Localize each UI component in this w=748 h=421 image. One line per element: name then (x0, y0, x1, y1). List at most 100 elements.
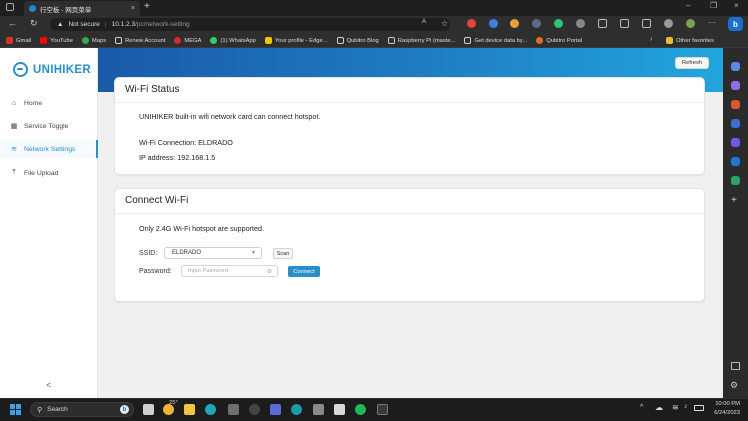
sidebar-shopping-icon[interactable] (731, 81, 740, 90)
nav-item-file-upload[interactable]: ⤒ File Upload (0, 164, 98, 182)
maps-pin-icon (81, 37, 89, 44)
taskbar-search[interactable]: ⚲ Search b (30, 402, 134, 417)
spotify-icon[interactable] (355, 404, 366, 415)
volume-icon[interactable]: ♪ (684, 403, 688, 410)
sidebar-outlook-icon[interactable] (731, 157, 740, 166)
page-icon (387, 37, 395, 44)
qubitro-icon (536, 37, 544, 44)
split-screen-icon[interactable] (598, 19, 607, 28)
nav-label: Home (24, 99, 43, 107)
favorites-icon[interactable] (620, 19, 629, 28)
nav-item-home[interactable]: ⌂ Home (0, 94, 98, 112)
bookmarks-overflow-chevron-icon[interactable]: › (650, 36, 652, 43)
bookmark-whatsapp[interactable]: (1) WhatsApp (210, 37, 256, 44)
terminal-icon[interactable] (377, 404, 388, 415)
sidebar-drop-icon[interactable] (731, 176, 740, 185)
arduino-icon[interactable] (291, 404, 302, 415)
bing-copilot-icon[interactable]: b (728, 17, 743, 31)
sidebar-settings-gear-icon[interactable]: ⚙ (730, 380, 738, 391)
extension-icon-6[interactable] (576, 19, 585, 28)
new-tab-button[interactable]: + (144, 2, 150, 12)
other-favorites-folder[interactable]: Other favorites (666, 37, 714, 44)
security-label: Not secure (68, 21, 100, 28)
file-explorer-icon[interactable] (184, 404, 195, 415)
sidebar-hide-icon[interactable] (731, 362, 740, 370)
cloud-icon[interactable]: ☁ (655, 403, 663, 412)
connect-button[interactable]: Connect (288, 266, 320, 277)
refresh-button[interactable]: Refresh (675, 57, 709, 69)
favorite-star-icon[interactable]: ☆ (441, 19, 450, 28)
store-icon[interactable] (228, 404, 239, 415)
bookmark-maps[interactable]: Maps (81, 37, 106, 44)
clock-time[interactable]: 10:00 PM (714, 401, 740, 407)
extension-icon-5[interactable] (554, 19, 563, 28)
bookmark-raspberry-pi[interactable]: Raspberry Pi (maste... (387, 37, 455, 44)
app-icon-2[interactable] (270, 404, 281, 415)
tray-chevron-up-icon[interactable]: ^ (640, 404, 643, 411)
edge-icon[interactable] (205, 404, 216, 415)
tab-title: 行空板 - 网页菜单 (40, 6, 92, 14)
tab-close-icon[interactable]: × (131, 5, 135, 12)
bookmark-renew-account[interactable]: Renew Account (115, 37, 165, 44)
reload-icon[interactable]: ↻ (30, 18, 38, 29)
minimize-button[interactable]: – (686, 1, 690, 10)
password-placeholder: Input Password (188, 268, 228, 274)
extension-icon-2[interactable] (489, 19, 498, 28)
bookmark-youtube[interactable]: YouTube (40, 37, 73, 44)
bookmark-mega[interactable]: MEGA (174, 37, 201, 44)
password-input[interactable]: Input Password ⊘ (181, 265, 278, 277)
unihiker-logo: UNIHIKER (13, 62, 91, 77)
extension-icon-4[interactable] (532, 19, 541, 28)
sidebar-games-icon[interactable] (731, 119, 740, 128)
clock-date[interactable]: 6/24/2023 (710, 410, 740, 416)
sidebar-m365-icon[interactable] (731, 138, 740, 147)
sidebar-tools-icon[interactable] (731, 100, 740, 109)
browser-essentials-icon[interactable] (664, 19, 673, 28)
app-icon-3[interactable] (313, 404, 324, 415)
battery-icon[interactable] (694, 405, 704, 411)
close-window-button[interactable]: × (734, 1, 739, 10)
bookmark-qubitro-blog[interactable]: Qubitro Blog (336, 37, 379, 44)
upload-icon: ⤒ (12, 169, 16, 176)
network-wifi-icon[interactable]: ≋ (672, 403, 679, 412)
bookmark-edge-profile[interactable]: Your profile - Edge... (264, 37, 328, 44)
task-view-icon[interactable] (143, 404, 154, 415)
more-options-icon[interactable]: ··· (708, 18, 716, 27)
wifi-status-title: Wi-Fi Status (125, 84, 180, 95)
ssid-selected-value: ELDRADO (172, 250, 202, 256)
read-aloud-icon[interactable]: A (422, 19, 431, 28)
nav-label: Network Settings (24, 145, 76, 153)
url-host: 10.1.2.3 (111, 21, 136, 28)
nav-item-network-settings[interactable]: ≋ Network Settings (0, 140, 98, 158)
app-icon-4[interactable] (334, 404, 345, 415)
sidebar-search-icon[interactable] (731, 62, 740, 71)
scan-button[interactable]: Scan (273, 248, 293, 259)
chevron-down-icon: ▼ (251, 250, 256, 256)
connect-wifi-card: Connect Wi-Fi (114, 188, 705, 302)
bookmark-qubitro-portal[interactable]: Qubitro Portal (536, 37, 582, 44)
nav-item-service-toggle[interactable]: ▦ Service Toggle (0, 117, 98, 135)
bookmark-gmail[interactable]: Gmail (6, 37, 31, 44)
sidebar-add-icon[interactable]: + (731, 195, 737, 206)
address-separator: | (104, 21, 107, 28)
app-icon-1[interactable] (249, 404, 260, 415)
extension-icon-1[interactable] (467, 19, 476, 28)
card-divider (115, 213, 704, 214)
ssid-select[interactable]: ELDRADO ▼ (164, 247, 262, 259)
browser-tab-active[interactable]: 行空板 - 网页菜单 × (24, 1, 140, 16)
profile-avatar-icon[interactable] (686, 19, 695, 28)
connect-wifi-title: Connect Wi-Fi (125, 195, 189, 206)
collapse-sidebar-button[interactable]: < (46, 380, 51, 390)
search-icon: ⚲ (37, 406, 43, 414)
collections-icon[interactable] (642, 19, 651, 28)
eye-hidden-icon[interactable]: ⊘ (267, 268, 272, 275)
bookmark-get-device-data[interactable]: Get device data by... (464, 37, 527, 44)
restore-button[interactable]: ❐ (710, 1, 717, 10)
back-arrow-icon[interactable]: ← (8, 18, 17, 28)
page-icon (336, 37, 344, 44)
address-bar[interactable]: ▲ Not secure | 10.1.2.3/pc/network-setti… (50, 18, 450, 31)
tab-actions-icon[interactable] (6, 3, 14, 11)
youtube-icon (40, 37, 48, 44)
extension-icon-3[interactable] (510, 19, 519, 28)
windows-start-icon[interactable] (10, 404, 21, 415)
